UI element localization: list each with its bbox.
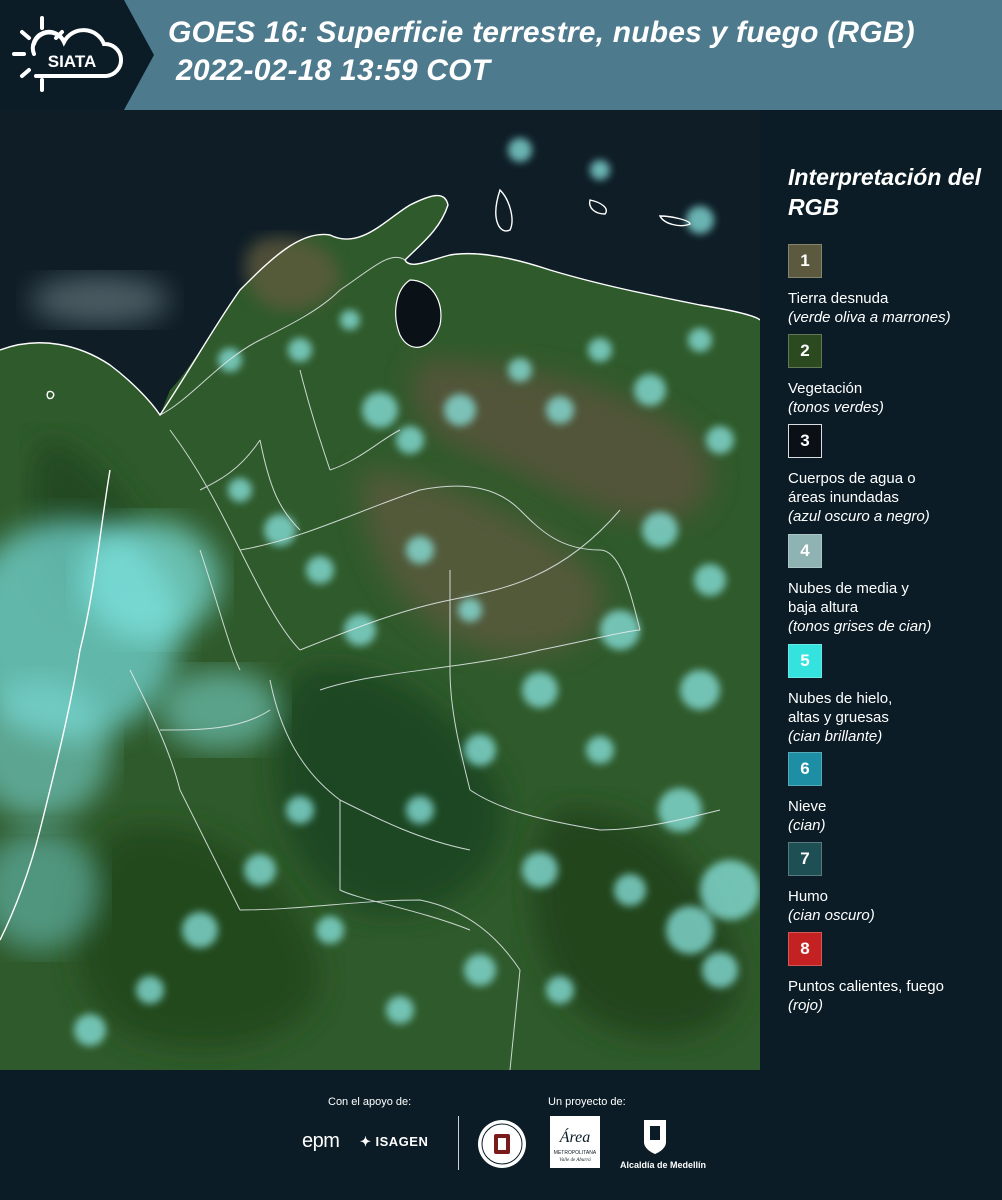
legend-sublabel: (tonos grises de cian) [788,618,932,635]
legend-swatch: 3 [788,424,822,458]
area-logo-text: Área [559,1127,591,1146]
page-title: GOES 16: Superficie terrestre, nubes y f… [168,14,998,90]
legend-sublabel: (tonos verdes) [788,399,884,416]
legend-swatch: 5 [788,644,822,678]
siata-logo-text: SIATA [48,52,96,71]
legend-sublabel: (rojo) [788,997,824,1014]
satellite-map [0,110,760,1070]
title-line-2: 2022-02-18 13:59 COT [176,54,491,87]
satellite-rgb-image [0,110,760,1070]
footer-divider [458,1116,459,1170]
legend-swatch: 2 [788,334,822,368]
legend-label: Puntos calientes, fuego [788,978,944,995]
isagen-icon: ✦ [360,1134,376,1149]
title-line-1: GOES 16: Superficie terrestre, nubes y f… [168,16,915,49]
legend-item-fire: 8 Puntos calientes, fuego (rojo) [788,932,998,1015]
legend-sublabel: (verde oliva a marrones) [788,309,951,326]
seal-logo [478,1120,526,1168]
legend-item-vegetation: 2 Vegetación (tonos verdes) [788,334,998,417]
legend-label: Cuerpos de agua o áreas inundadas [788,470,916,506]
area-logo-sub: METROPOLITANA [554,1150,597,1156]
footer: Con el apoyo de: Un proyecto de: epm ✦ I… [0,1070,1002,1200]
legend-item-mid-low-clouds: 4 Nubes de media y baja altura (tonos gr… [788,534,998,636]
support-label: Con el apoyo de: [328,1096,412,1108]
legend-swatch: 7 [788,842,822,876]
legend-item-smoke: 7 Humo (cian oscuro) [788,842,998,925]
legend-swatch: 4 [788,534,822,568]
legend-sublabel: (azul oscuro a negro) [788,508,930,525]
area-logo-sub2: Valle de Aburrá [559,1158,591,1163]
legend-label: Vegetación [788,380,863,397]
legend-swatch: 1 [788,244,822,278]
legend-label: Tierra desnuda [788,290,889,307]
legend-item-ice-clouds: 5 Nubes de hielo, altas y gruesas (cian … [788,644,998,746]
legend-panel: Interpretación del RGB 1 Tierra desnuda … [770,110,1002,1070]
legend-label: Nubes de hielo, altas y gruesas [788,690,893,726]
isagen-text: ISAGEN [375,1134,429,1149]
legend-sublabel: (cian brillante) [788,728,883,745]
siata-logo: SIATA [12,16,123,92]
epm-logo: epm [302,1130,340,1152]
legend-swatch: 6 [788,752,822,786]
legend-item-snow: 6 Nieve (cian) [788,752,998,835]
area-metropolitana-logo: Área METROPOLITANA Valle de Aburrá [550,1116,600,1168]
legend-item-water: 3 Cuerpos de agua o áreas inundadas (azu… [788,424,998,526]
legend-sublabel: (cian) [788,817,826,834]
legend-label: Nieve [788,798,827,815]
legend-label: Nubes de media y baja altura [788,580,909,616]
header-banner: SIATA GOES 16: Superficie terrestre, nub… [0,0,1002,110]
project-label: Un proyecto de: [548,1096,626,1108]
legend-sublabel: (cian oscuro) [788,907,875,924]
legend-title: Interpretación del RGB [788,164,981,220]
legend-item-bare-soil: 1 Tierra desnuda (verde oliva a marrones… [788,244,998,327]
medellin-shield-icon [644,1120,666,1154]
legend-swatch: 8 [788,932,822,966]
medellin-label: Alcaldía de Medellín [619,1160,707,1170]
isagen-logo: ✦ ISAGEN [360,1134,428,1150]
legend-label: Humo [788,888,829,905]
